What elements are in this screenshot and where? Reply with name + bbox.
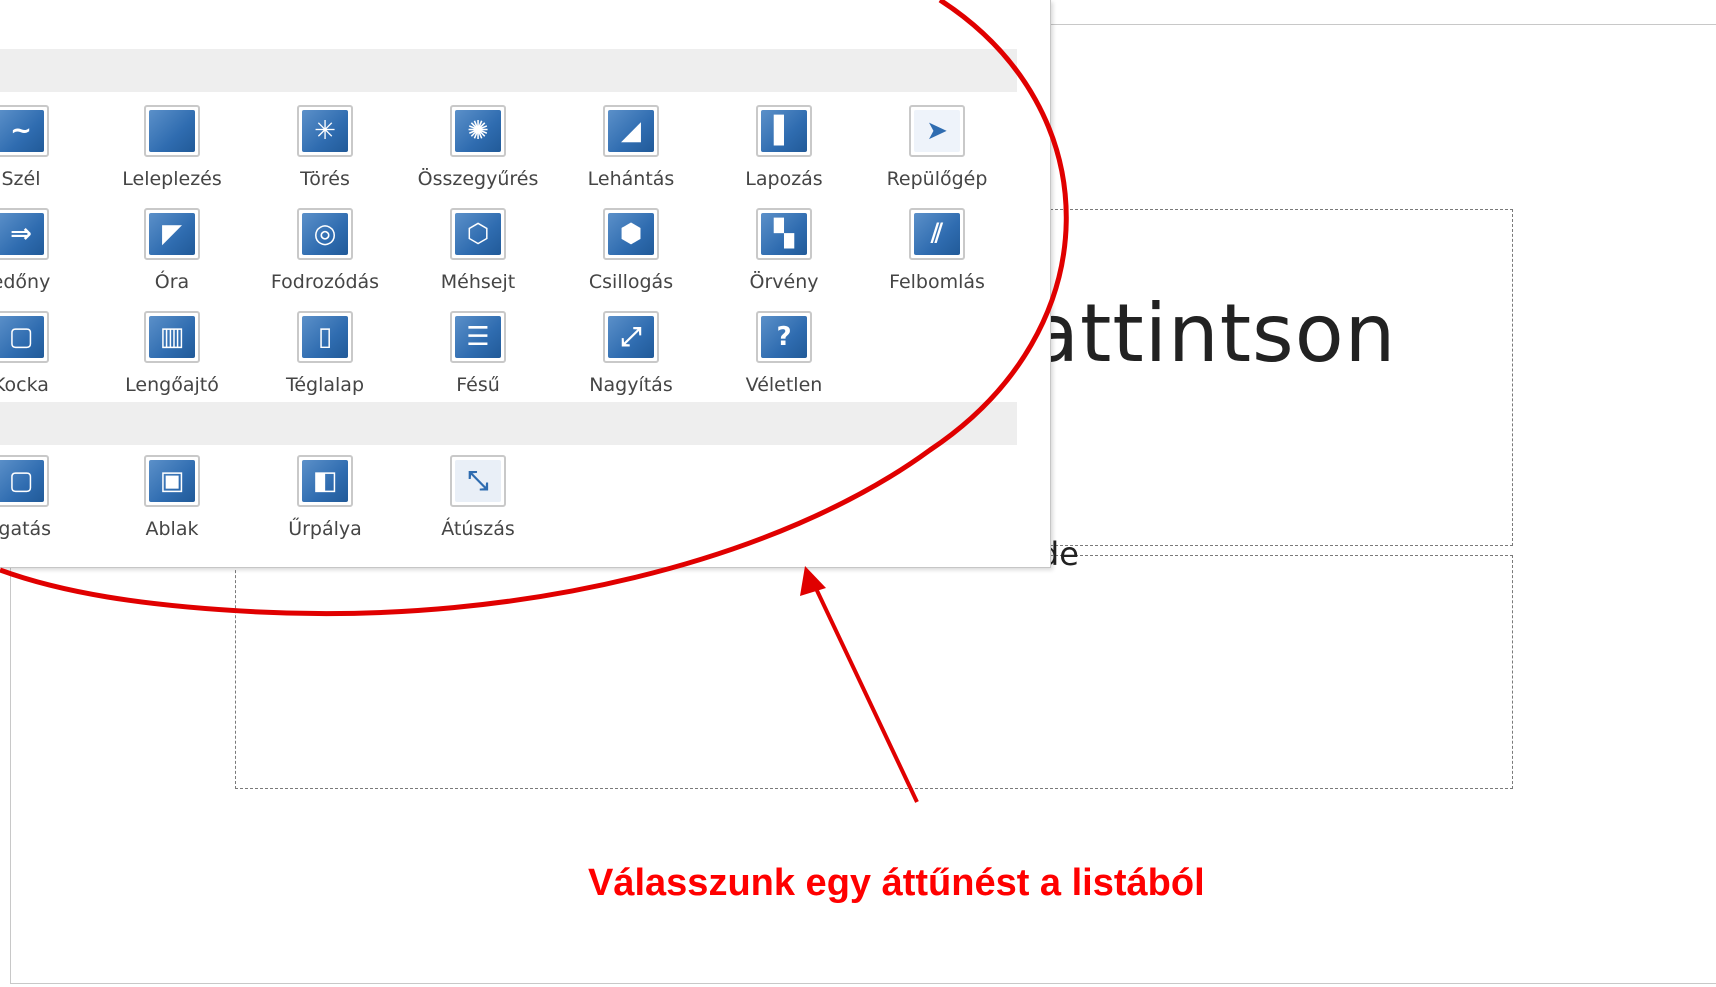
annotation-arrow-line (810, 579, 919, 803)
annotation-arrow-head (800, 566, 826, 596)
annotation-caption: Válasszunk egy áttűnést a listából (588, 862, 1205, 904)
highlight-ellipse (0, 0, 1069, 617)
annotation-overlay (0, 0, 1069, 803)
